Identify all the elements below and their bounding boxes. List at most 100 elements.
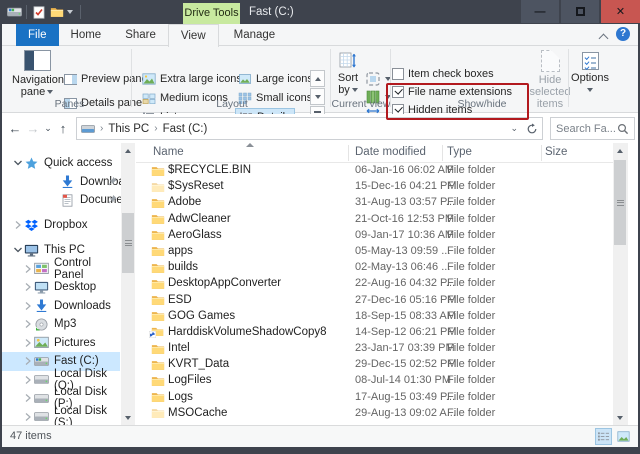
file-row-gog-games[interactable]: GOG Games18-Sep-15 08:33 AMFile folder <box>136 309 614 325</box>
group-by-button[interactable] <box>365 71 391 87</box>
file-date-modified: 02-May-13 06:46 ... <box>355 261 450 273</box>
chevron-down-icon[interactable] <box>12 158 24 168</box>
layout-scroll-up-button[interactable] <box>310 70 325 87</box>
scroll-down-icon[interactable] <box>121 410 135 425</box>
title-bar[interactable]: Drive Tools Fast (C:) — ✕ <box>0 0 640 24</box>
sidebar-item-dropbox[interactable]: Dropbox <box>2 216 120 235</box>
file-name-extensions-checkbox[interactable] <box>392 86 404 98</box>
computer-icon <box>24 243 40 257</box>
tab-share[interactable]: Share <box>113 24 168 46</box>
back-button[interactable]: ← <box>6 121 24 136</box>
file-row-logs[interactable]: Logs17-Aug-15 03:49 P...File folder <box>136 390 614 406</box>
maximize-button[interactable] <box>561 0 599 23</box>
scrollbar-thumb[interactable] <box>122 213 134 273</box>
chevron-right-icon[interactable] <box>22 412 34 422</box>
file-row-intel[interactable]: Intel23-Jan-17 03:39 PMFile folder <box>136 341 614 357</box>
customize-toolbar-dropdown-icon[interactable] <box>64 5 76 19</box>
chevron-right-icon[interactable] <box>12 220 24 230</box>
close-button[interactable]: ✕ <box>601 0 640 23</box>
scroll-up-icon[interactable] <box>121 143 135 158</box>
chevron-right-icon[interactable] <box>22 393 34 403</box>
breadcrumb-chevron-icon[interactable]: › <box>100 123 103 134</box>
chevron-right-icon[interactable] <box>22 264 34 274</box>
file-row-sysreset[interactable]: $SysReset15-Dec-16 04:21 PMFile folder <box>136 179 614 195</box>
preview-pane-button[interactable]: Preview pane <box>64 73 148 85</box>
address-dropdown-icon[interactable]: ⌄ <box>510 123 518 134</box>
folder-icon[interactable] <box>49 5 64 19</box>
breadcrumb-item-fast-c[interactable]: Fast (C:) <box>163 123 208 135</box>
file-row-desktopappconverter[interactable]: DesktopAppConverter22-Aug-16 04:32 P...F… <box>136 276 614 292</box>
folder-icon <box>151 407 165 419</box>
file-row-adwcleaner[interactable]: AdwCleaner21-Oct-16 12:53 PMFile folder <box>136 212 614 228</box>
layout-option-large-icons[interactable]: Large icons <box>235 70 316 87</box>
column-header-type[interactable]: Type <box>447 146 472 158</box>
options-button[interactable]: Options <box>568 52 612 96</box>
layout-option-extra-large-icons[interactable]: Extra large icons <box>139 70 245 87</box>
scroll-down-icon[interactable] <box>613 410 627 425</box>
breadcrumb-chevron-icon[interactable]: › <box>154 123 157 134</box>
chevron-right-icon[interactable] <box>22 282 34 292</box>
tab-file[interactable]: File <box>16 24 59 46</box>
drive-tools-contextual-tab[interactable]: Drive Tools <box>183 3 240 24</box>
file-row-apps[interactable]: apps05-May-13 09:59 ...File folder <box>136 244 614 260</box>
address-field[interactable]: › This PC › Fast (C:) ⌄ <box>76 117 543 140</box>
sidebar-item-documents[interactable]: Documents <box>2 191 120 210</box>
file-row-adobe[interactable]: Adobe31-Aug-13 03:57 P...File folder <box>136 195 614 211</box>
file-row-recycle-bin[interactable]: $RECYCLE.BIN06-Jan-16 06:02 AMFile folde… <box>136 163 614 179</box>
file-row-logfiles[interactable]: LogFiles08-Jul-14 01:30 PMFile folder <box>136 373 614 389</box>
sidebar-item-downloads[interactable]: Downloads <box>2 297 120 316</box>
sidebar-scrollbar[interactable] <box>121 143 135 425</box>
navigation-pane-button[interactable]: Navigation pane <box>12 50 62 98</box>
search-input[interactable]: Search Fa... <box>550 117 635 140</box>
file-row-msocache[interactable]: MSOCache29-Aug-13 09:02 A...File folder <box>136 406 614 422</box>
column-header-size[interactable]: Size <box>545 146 567 158</box>
breadcrumb-item-this-pc[interactable]: This PC <box>108 123 149 135</box>
sidebar-item-pictures[interactable]: Pictures <box>2 334 120 353</box>
ribbon: Navigation pane Preview pane Details pan… <box>2 46 638 113</box>
layout-scroll-down-button[interactable] <box>310 88 325 105</box>
file-row-harddiskvolumeshadowcopy8[interactable]: HarddiskVolumeShadowCopy814-Sep-12 06:21… <box>136 325 614 341</box>
column-header-date-modified[interactable]: Date modified <box>355 146 426 158</box>
forward-button[interactable]: → <box>24 121 42 136</box>
column-header-name[interactable]: Name <box>153 146 184 158</box>
search-icon[interactable] <box>617 123 629 135</box>
file-name: GOG Games <box>168 310 235 322</box>
chevron-right-icon[interactable] <box>22 319 34 329</box>
file-row-builds[interactable]: builds02-May-13 06:46 ...File folder <box>136 260 614 276</box>
tab-home[interactable]: Home <box>59 24 114 46</box>
details-view-button[interactable] <box>595 428 612 445</box>
sidebar-item-mp3[interactable]: Mp3 <box>2 315 120 334</box>
minimize-button[interactable]: — <box>521 0 559 23</box>
scrollbar-thumb[interactable] <box>614 160 626 245</box>
properties-check-icon[interactable] <box>31 5 46 19</box>
chevron-right-icon[interactable] <box>22 356 34 366</box>
chevron-right-icon[interactable] <box>22 375 34 385</box>
recent-locations-dropdown-icon[interactable]: ⌄ <box>42 123 54 134</box>
item-check-boxes-checkbox[interactable] <box>392 68 404 80</box>
file-row-kvrt-data[interactable]: KVRT_Data29-Dec-15 02:52 PMFile folder <box>136 357 614 373</box>
drive-icon[interactable] <box>7 5 22 19</box>
sidebar-item-desktop[interactable]: Desktop <box>2 278 120 297</box>
file-row-esd[interactable]: ESD27-Dec-16 05:16 PMFile folder <box>136 293 614 309</box>
up-button[interactable]: ↑ <box>54 121 72 136</box>
chevron-right-icon[interactable] <box>22 301 34 311</box>
file-list-scrollbar[interactable] <box>613 143 628 425</box>
sidebar-item-local-disk-s[interactable]: Local Disk (S:) <box>2 408 120 426</box>
chevron-down-icon[interactable] <box>12 245 24 255</box>
checkbox-item-check-boxes[interactable]: Item check boxes <box>392 68 494 80</box>
help-icon[interactable]: ? <box>616 27 630 41</box>
collapse-ribbon-icon[interactable] <box>600 32 608 37</box>
checkbox-file-name-extensions[interactable]: File name extensions <box>392 86 512 98</box>
sidebar-item-control-panel[interactable]: Control Panel <box>2 260 120 279</box>
tab-manage[interactable]: Manage <box>222 24 288 46</box>
sort-by-label2: by <box>333 84 363 96</box>
sort-by-button[interactable]: Sort by <box>333 52 363 96</box>
scroll-up-icon[interactable] <box>613 143 627 158</box>
chevron-right-icon[interactable] <box>22 338 34 348</box>
sidebar-item-quick-access[interactable]: Quick access <box>2 154 120 173</box>
thumbnail-view-button[interactable] <box>615 428 632 445</box>
file-row-aeroglass[interactable]: AeroGlass09-Jan-17 10:36 AMFile folder <box>136 228 614 244</box>
tab-view[interactable]: View <box>168 24 219 47</box>
sidebar-item-downloads[interactable]: Downloads <box>2 173 120 192</box>
refresh-icon[interactable] <box>526 123 538 135</box>
